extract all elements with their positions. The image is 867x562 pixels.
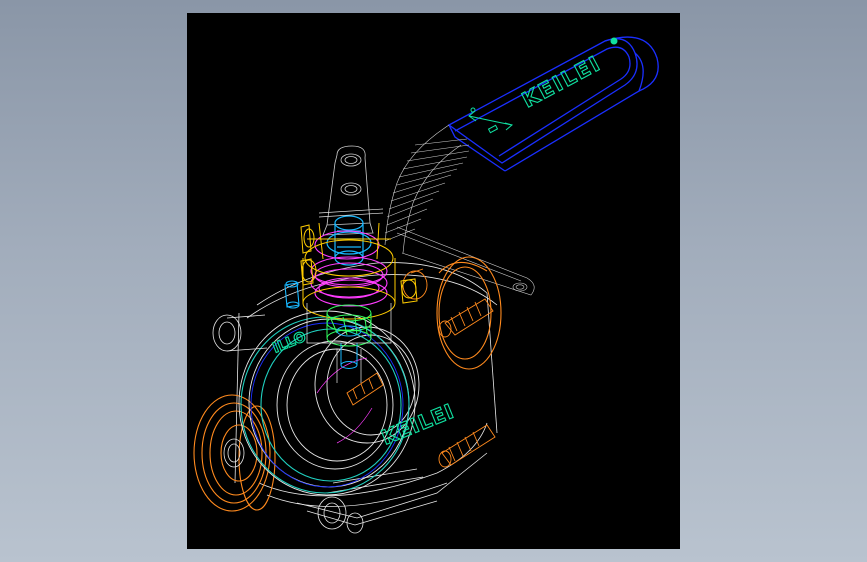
lock-tab [322,145,374,236]
handle-grip [447,36,659,172]
seat-ring [240,316,410,494]
right-end-connector [436,256,502,370]
body-brand-text: KEILEI [378,399,458,450]
handle-brand-text: KEILEI [518,51,605,113]
left-end-connector [193,394,276,512]
belleville-washers [310,230,388,307]
lever-handle: KEILEI [322,36,659,296]
stem-assembly [284,208,418,383]
handle-hang-hole [610,37,618,45]
packing-gland [300,222,418,320]
right-studs [438,298,496,468]
ball-valve-wireframe: KEILEI KEILEI ILLO [193,36,659,534]
cad-drawing-viewport[interactable]: KEILEI KEILEI ILLO [187,13,680,549]
handle-shank [384,124,535,296]
